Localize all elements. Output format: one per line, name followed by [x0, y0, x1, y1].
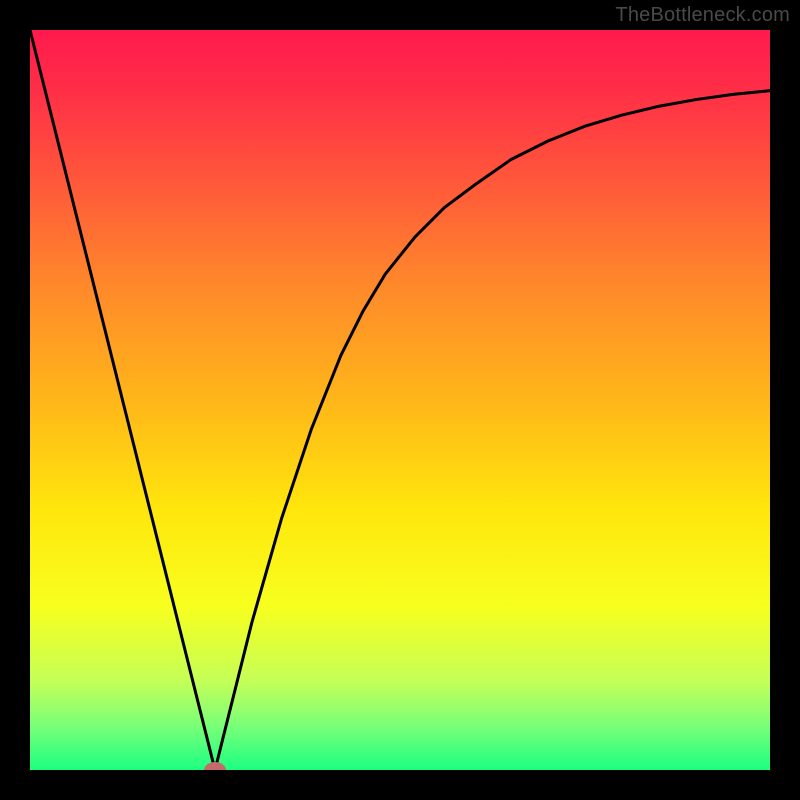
- chart-svg: [30, 30, 770, 770]
- chart-frame: TheBottleneck.com: [0, 0, 800, 800]
- watermark-text: TheBottleneck.com: [615, 4, 790, 27]
- gradient-background: [30, 30, 770, 770]
- plot-area: [30, 30, 770, 770]
